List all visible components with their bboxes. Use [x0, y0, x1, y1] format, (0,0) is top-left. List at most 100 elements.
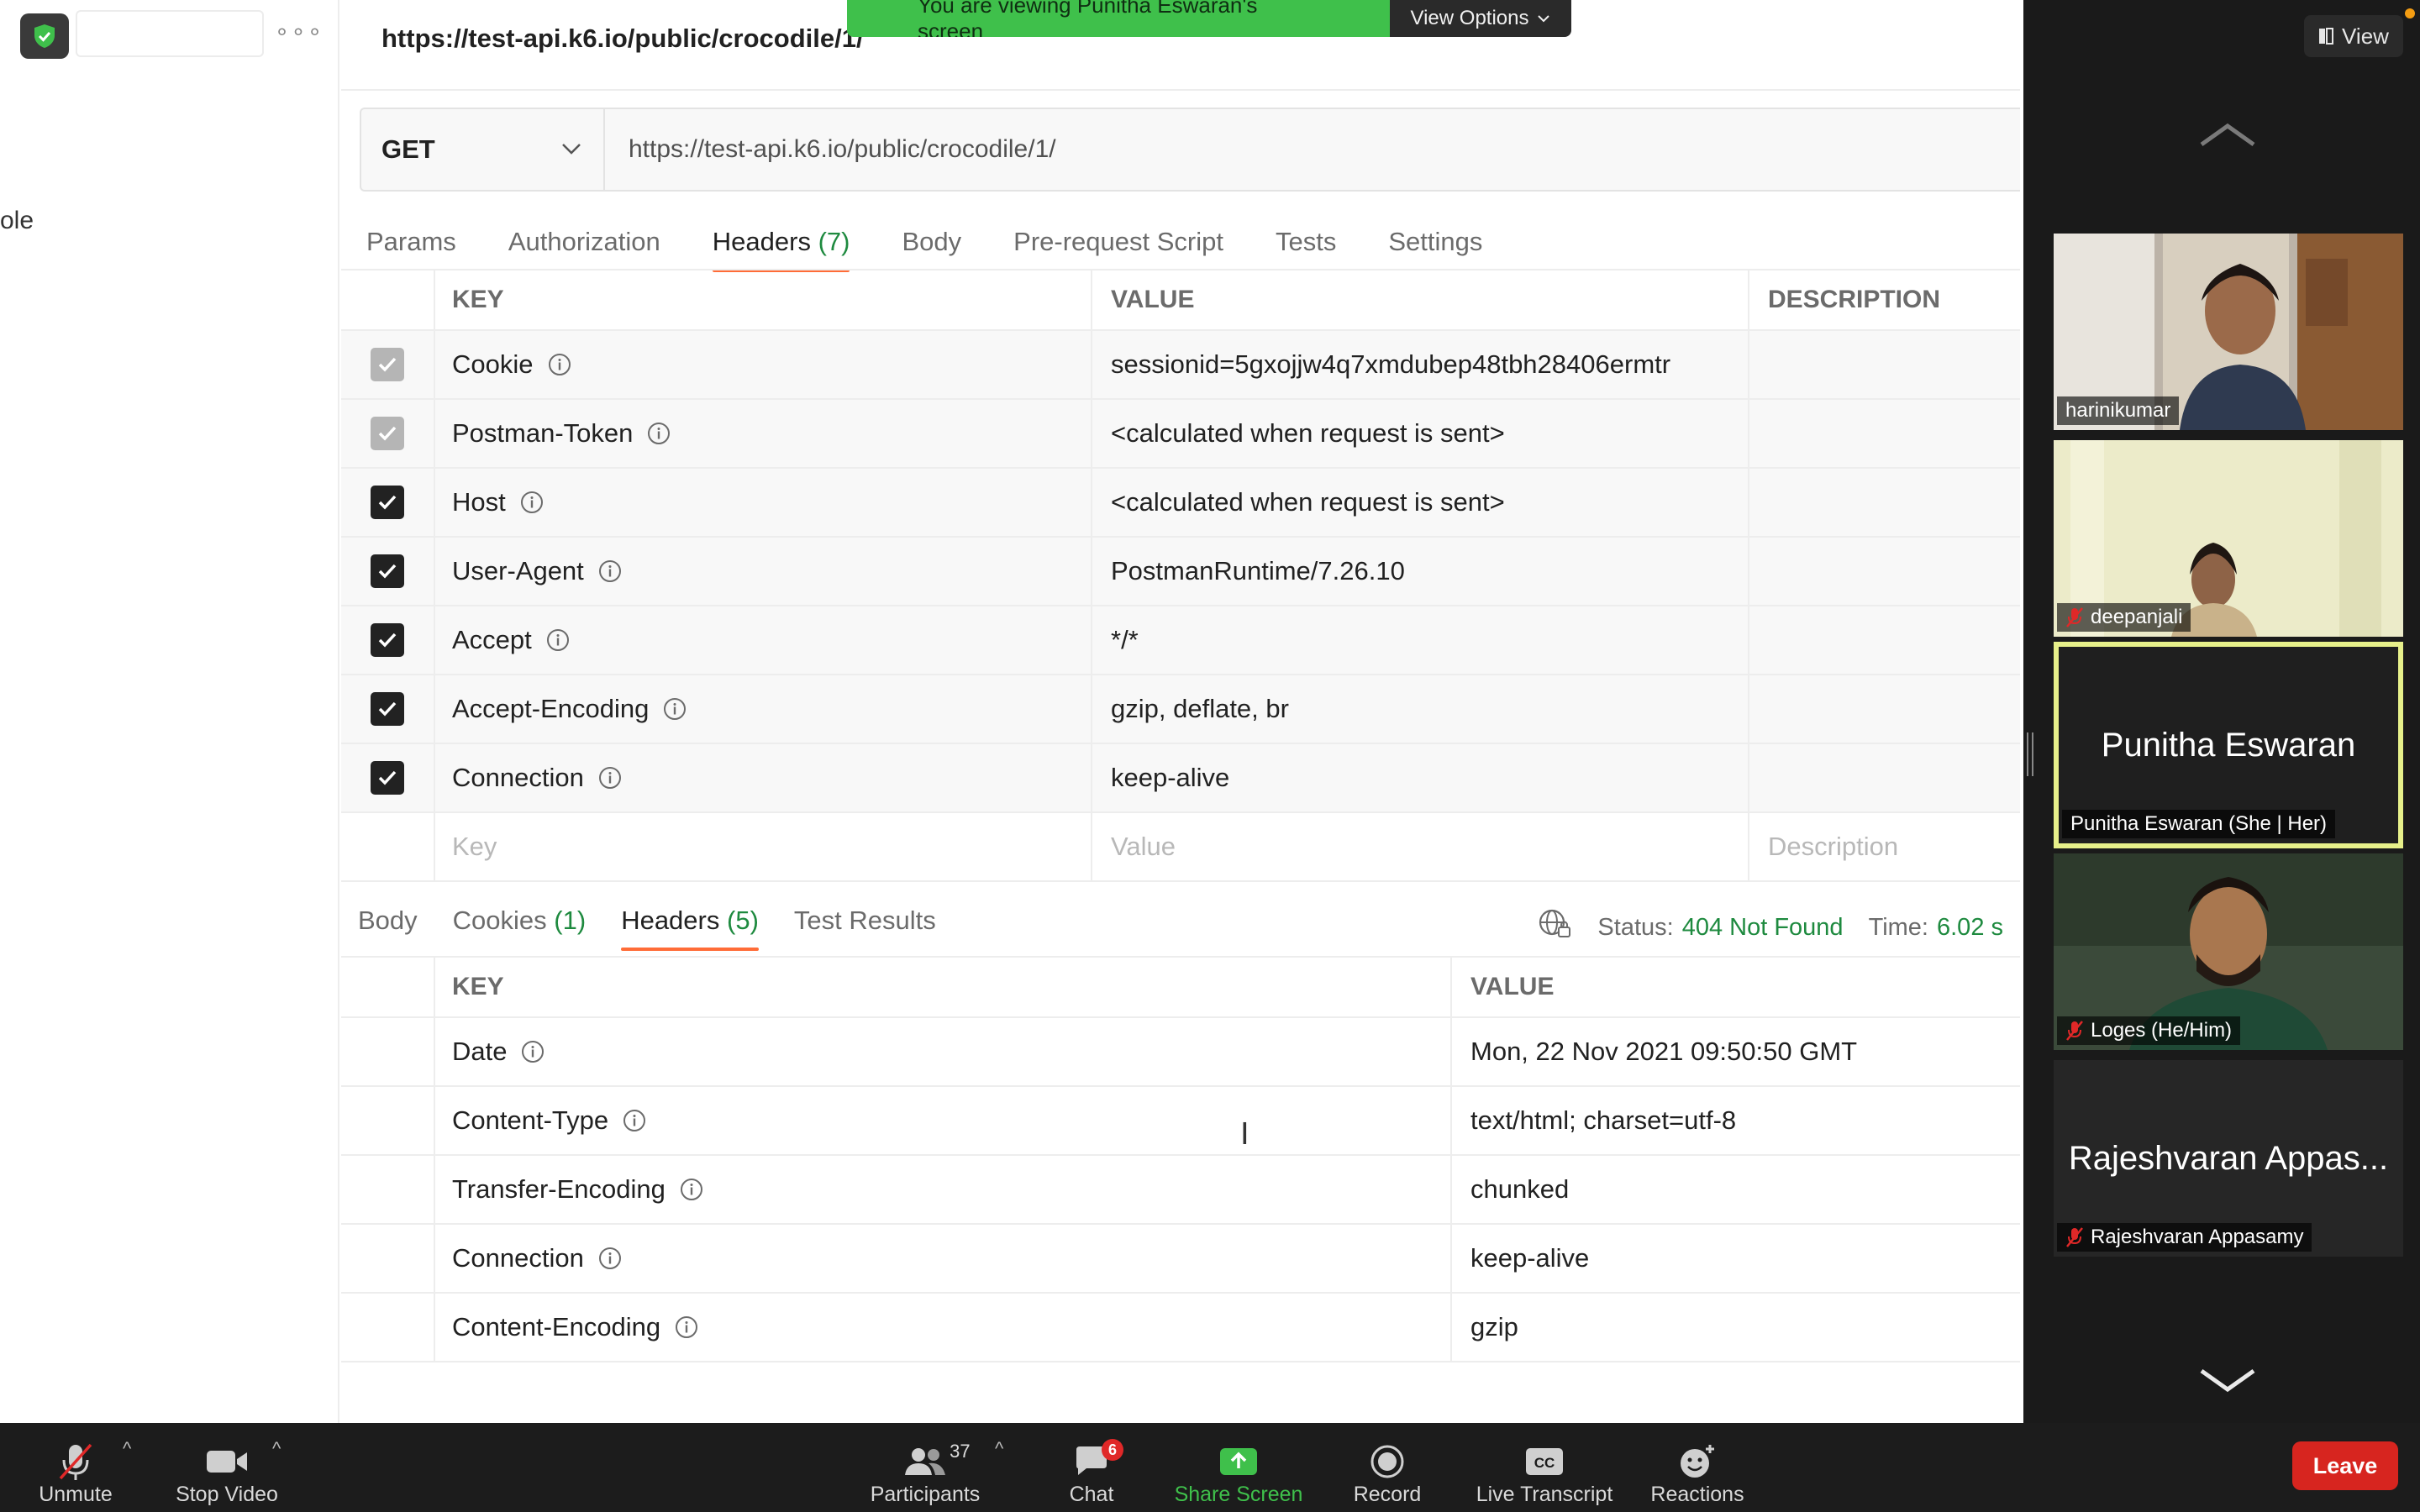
value-cell[interactable]: keep-alive	[1091, 744, 1748, 811]
chevron-down-icon[interactable]	[2198, 1366, 2257, 1399]
tab-authorization[interactable]: Authorization	[508, 227, 660, 272]
value-cell[interactable]: sessionid=5gxojjw4q7xmdubep48tbh28406erm…	[1091, 331, 1748, 398]
time-value[interactable]: 6.02 s	[1937, 914, 2003, 942]
new-value-input[interactable]: Value	[1091, 813, 1748, 880]
key-cell[interactable]: Connection	[434, 744, 1091, 811]
value-cell[interactable]: gzip, deflate, br	[1091, 675, 1748, 743]
participant-tile[interactable]: Loges (He/Him)	[2054, 853, 2403, 1050]
key-cell[interactable]: Postman-Token	[434, 400, 1091, 467]
info-icon[interactable]	[545, 627, 571, 653]
info-icon[interactable]	[662, 696, 687, 722]
chevron-up-icon[interactable]	[2198, 121, 2257, 154]
tab-response-headers[interactable]: Headers (5)	[621, 906, 759, 951]
empty-cell	[341, 1018, 434, 1085]
description-cell[interactable]	[1748, 606, 2020, 674]
chevron-up-icon[interactable]: ^	[272, 1438, 281, 1460]
description-cell[interactable]	[1748, 331, 2020, 398]
value-cell[interactable]: <calculated when request is sent>	[1091, 400, 1748, 467]
share-banner-text: You are viewing Punitha Eswaran's screen	[847, 0, 1390, 37]
description-cell[interactable]	[1748, 400, 2020, 467]
record-button[interactable]: Record	[1344, 1430, 1430, 1507]
row-checkbox[interactable]	[371, 692, 404, 726]
info-icon[interactable]	[520, 1039, 545, 1064]
view-button[interactable]: View	[2304, 15, 2403, 57]
more-options-icon[interactable]: ∘∘∘	[275, 17, 323, 45]
leave-button[interactable]: Leave	[2292, 1441, 2398, 1490]
tab-tests[interactable]: Tests	[1276, 227, 1336, 272]
participant-tile[interactable]: harinikumar	[2054, 234, 2403, 430]
row-checkbox[interactable]	[371, 486, 404, 519]
description-cell[interactable]	[1748, 675, 2020, 743]
info-icon[interactable]	[597, 1246, 623, 1271]
shield-icon[interactable]	[20, 13, 69, 59]
info-icon[interactable]	[547, 352, 572, 377]
new-key-input[interactable]: Key	[434, 813, 1091, 880]
value-cell[interactable]: PostmanRuntime/7.26.10	[1091, 538, 1748, 605]
new-description-input[interactable]: Description	[1748, 813, 2020, 880]
key-cell[interactable]: Accept	[434, 606, 1091, 674]
checkbox-cell	[341, 331, 434, 398]
chat-button[interactable]: 6 Chat	[1060, 1430, 1123, 1507]
info-icon[interactable]	[622, 1108, 647, 1133]
status-value[interactable]: 404 Not Found	[1682, 914, 1844, 942]
request-title[interactable]: https://test-api.k6.io/public/crocodile/…	[381, 24, 864, 54]
tab-body[interactable]: Body	[902, 227, 961, 272]
participant-tile[interactable]: deepanjali	[2054, 440, 2403, 637]
info-icon[interactable]	[646, 421, 671, 446]
chevron-up-icon[interactable]: ^	[995, 1438, 1003, 1460]
unmute-button[interactable]: Unmute	[25, 1430, 126, 1507]
sidebar-search-input[interactable]	[76, 10, 264, 57]
table-row[interactable]: Accept */*	[341, 606, 2020, 675]
response-tabs: Body Cookies (1) Headers (5) Test Result…	[358, 906, 971, 951]
tab-params[interactable]: Params	[366, 227, 456, 272]
empty-cell	[341, 813, 434, 880]
participant-tile[interactable]: Rajeshvaran Appas... Rajeshvaran Appasam…	[2054, 1060, 2403, 1257]
row-checkbox[interactable]	[371, 417, 404, 450]
key-cell[interactable]: Cookie	[434, 331, 1091, 398]
sidebar-item-label[interactable]: ole	[0, 207, 34, 235]
row-checkbox[interactable]	[371, 554, 404, 588]
description-cell[interactable]	[1748, 744, 2020, 811]
info-icon[interactable]	[679, 1177, 704, 1202]
key-cell[interactable]: Accept-Encoding	[434, 675, 1091, 743]
tab-response-cookies[interactable]: Cookies (1)	[453, 906, 587, 951]
check-icon	[378, 633, 397, 648]
url-input[interactable]	[605, 109, 2017, 190]
row-checkbox[interactable]	[371, 623, 404, 657]
key-cell[interactable]: User-Agent	[434, 538, 1091, 605]
tab-pre-request-script[interactable]: Pre-request Script	[1013, 227, 1223, 272]
share-screen-button[interactable]: Share Screen	[1171, 1430, 1306, 1507]
resize-handle[interactable]	[2027, 732, 2033, 776]
table-row[interactable]: User-Agent PostmanRuntime/7.26.10	[341, 538, 2020, 606]
table-row[interactable]: Postman-Token <calculated when request i…	[341, 400, 2020, 469]
row-checkbox[interactable]	[371, 348, 404, 381]
method-select[interactable]: GET	[361, 109, 605, 190]
participant-tile-active-speaker[interactable]: Punitha Eswaran Punitha Eswaran (She | H…	[2054, 642, 2403, 848]
tab-test-results[interactable]: Test Results	[794, 906, 936, 951]
info-icon[interactable]	[597, 765, 623, 790]
table-row[interactable]: Host <calculated when request is sent>	[341, 469, 2020, 538]
value-cell[interactable]: */*	[1091, 606, 1748, 674]
description-cell[interactable]	[1748, 538, 2020, 605]
view-options-button[interactable]: View Options	[1390, 0, 1571, 37]
tab-headers[interactable]: Headers (7)	[712, 227, 850, 272]
info-icon[interactable]	[597, 559, 623, 584]
chevron-up-icon[interactable]: ^	[123, 1438, 131, 1460]
globe-lock-icon[interactable]	[1537, 907, 1572, 948]
live-transcript-button[interactable]: CC Live Transcript	[1469, 1430, 1620, 1507]
table-row[interactable]: Cookie sessionid=5gxojjw4q7xmdubep48tbh2…	[341, 331, 2020, 400]
row-checkbox[interactable]	[371, 761, 404, 795]
value-cell[interactable]: <calculated when request is sent>	[1091, 469, 1748, 536]
stop-video-button[interactable]: Stop Video	[168, 1430, 286, 1507]
tab-response-body[interactable]: Body	[358, 906, 418, 951]
participants-button[interactable]: 37 Participants	[865, 1430, 985, 1507]
tab-settings[interactable]: Settings	[1388, 227, 1482, 272]
table-row[interactable]: Connection keep-alive	[341, 744, 2020, 813]
table-row[interactable]: Accept-Encoding gzip, deflate, br	[341, 675, 2020, 744]
key-cell[interactable]: Host	[434, 469, 1091, 536]
table-row: Date Mon, 22 Nov 2021 09:50:50 GMT	[341, 1018, 2020, 1087]
info-icon[interactable]	[674, 1315, 699, 1340]
info-icon[interactable]	[519, 490, 544, 515]
reactions-button[interactable]: Reactions	[1645, 1430, 1749, 1507]
description-cell[interactable]	[1748, 469, 2020, 536]
